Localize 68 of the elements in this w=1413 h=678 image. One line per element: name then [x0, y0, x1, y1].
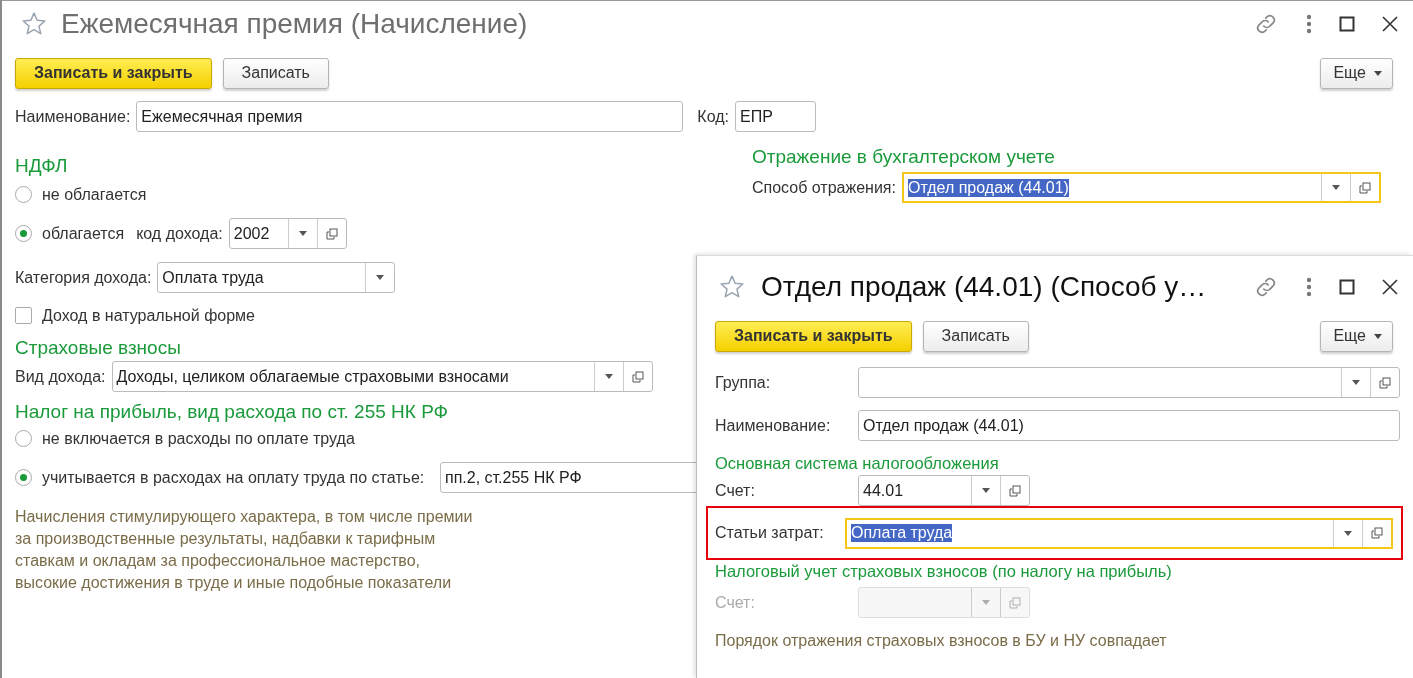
checkbox[interactable] — [15, 307, 32, 324]
close-icon[interactable] — [1381, 15, 1399, 33]
save-and-close-button[interactable]: Записать и закрыть — [15, 57, 212, 89]
field-label: код дохода: — [136, 224, 223, 243]
field-label: Способ отражения: — [752, 178, 896, 197]
caret-icon — [604, 374, 613, 379]
caret-icon — [1331, 185, 1340, 190]
open-window-icon — [325, 227, 338, 240]
field-label: Наименование: — [715, 416, 832, 435]
field-label: Категория дохода: — [15, 268, 152, 287]
checkbox-label[interactable]: Доход в натуральной форме — [42, 306, 255, 325]
star-icon[interactable] — [719, 274, 745, 300]
radio-label[interactable]: не включается в расходы по оплате труда — [42, 429, 355, 448]
maximize-icon[interactable] — [1339, 16, 1355, 32]
input-field[interactable]: Отдел продаж (44.01) — [858, 410, 1400, 441]
open-window-icon — [1009, 484, 1021, 497]
window-title: Отдел продаж (44.01) (Способ у… — [761, 271, 1207, 303]
section-heading: Налоговый учет страховых взносов (по налогу на прибыль) — [715, 562, 1173, 581]
save-button[interactable]: Записать — [922, 320, 1029, 352]
field-label: Вид дохода: — [15, 367, 106, 386]
open-window-icon — [1371, 527, 1383, 539]
close-icon[interactable] — [1381, 278, 1399, 296]
radio-label[interactable]: не облагается — [42, 185, 147, 204]
open-window-icon — [1358, 181, 1371, 194]
help-text: Начисления стимулирующего характера, в том числе премии за производственные результаты, надбавки к тарифным ставкам и окладам за профессиональное мастерство, высокие достижения в труде и иные подобные показатели — [15, 507, 474, 593]
section-heading: Налог на прибыль, вид расхода по ст. 255 НК РФ — [15, 401, 450, 423]
input-field[interactable] — [858, 367, 1400, 398]
field-label: Счет: — [715, 481, 756, 500]
section-heading: Отражение в бухгалтерском учете — [752, 146, 1056, 168]
radio-label[interactable]: облагается — [42, 224, 125, 243]
save-and-close-button[interactable]: Записать и закрыть — [715, 320, 912, 352]
caret-icon — [1374, 333, 1382, 339]
maximize-icon[interactable] — [1339, 279, 1355, 295]
more-icon[interactable] — [1305, 276, 1313, 298]
open-window-icon — [1009, 596, 1021, 609]
caret-icon — [1344, 530, 1352, 536]
field-label: Код: — [697, 107, 729, 126]
input-field[interactable]: Оплата труда — [845, 517, 1393, 549]
help-text: Порядок отражения страховых взносов в БУ и НУ совпадает — [715, 631, 1168, 651]
window-title: Ежемесячная премия (Начисление) — [61, 8, 528, 40]
radio-label[interactable]: учитывается в расходах на оплату труда по статье: — [42, 468, 425, 487]
more-button[interactable]: Еще — [1320, 57, 1393, 89]
input-field[interactable]: 44.01 — [858, 475, 1030, 506]
caret-icon — [1352, 380, 1360, 385]
input-field[interactable]: ЕПР — [735, 101, 816, 132]
input-field[interactable]: Отдел продаж (44.01) — [901, 172, 1381, 203]
section-heading: НДФЛ — [15, 155, 69, 177]
field-label: Статьи затрат: — [715, 524, 825, 542]
section-heading: Страховые взносы — [15, 337, 182, 359]
field-label: Группа: — [715, 373, 772, 392]
save-button[interactable]: Записать — [222, 57, 329, 89]
input-field[interactable]: Ежемесячная премия — [136, 101, 684, 132]
section-heading: Основная система налогообложения — [715, 454, 1000, 473]
more-button[interactable]: Еще — [1320, 320, 1393, 352]
caret-icon — [982, 600, 990, 605]
input-field[interactable]: Доходы, целиком облагаемые страховыми взносами — [111, 361, 653, 392]
input-field[interactable]: Оплата труда — [157, 262, 396, 293]
open-window-icon — [1379, 376, 1391, 389]
caret-icon — [982, 488, 990, 493]
input-field[interactable]: 2002 — [228, 218, 347, 249]
field-label: Счет: — [715, 593, 756, 612]
caret-icon — [1374, 70, 1382, 76]
open-window-icon — [631, 370, 644, 383]
star-icon[interactable] — [21, 11, 47, 37]
caret-icon — [376, 275, 385, 280]
caret-icon — [298, 231, 307, 236]
field-label: Наименование: — [15, 107, 131, 126]
more-icon[interactable] — [1305, 13, 1313, 35]
